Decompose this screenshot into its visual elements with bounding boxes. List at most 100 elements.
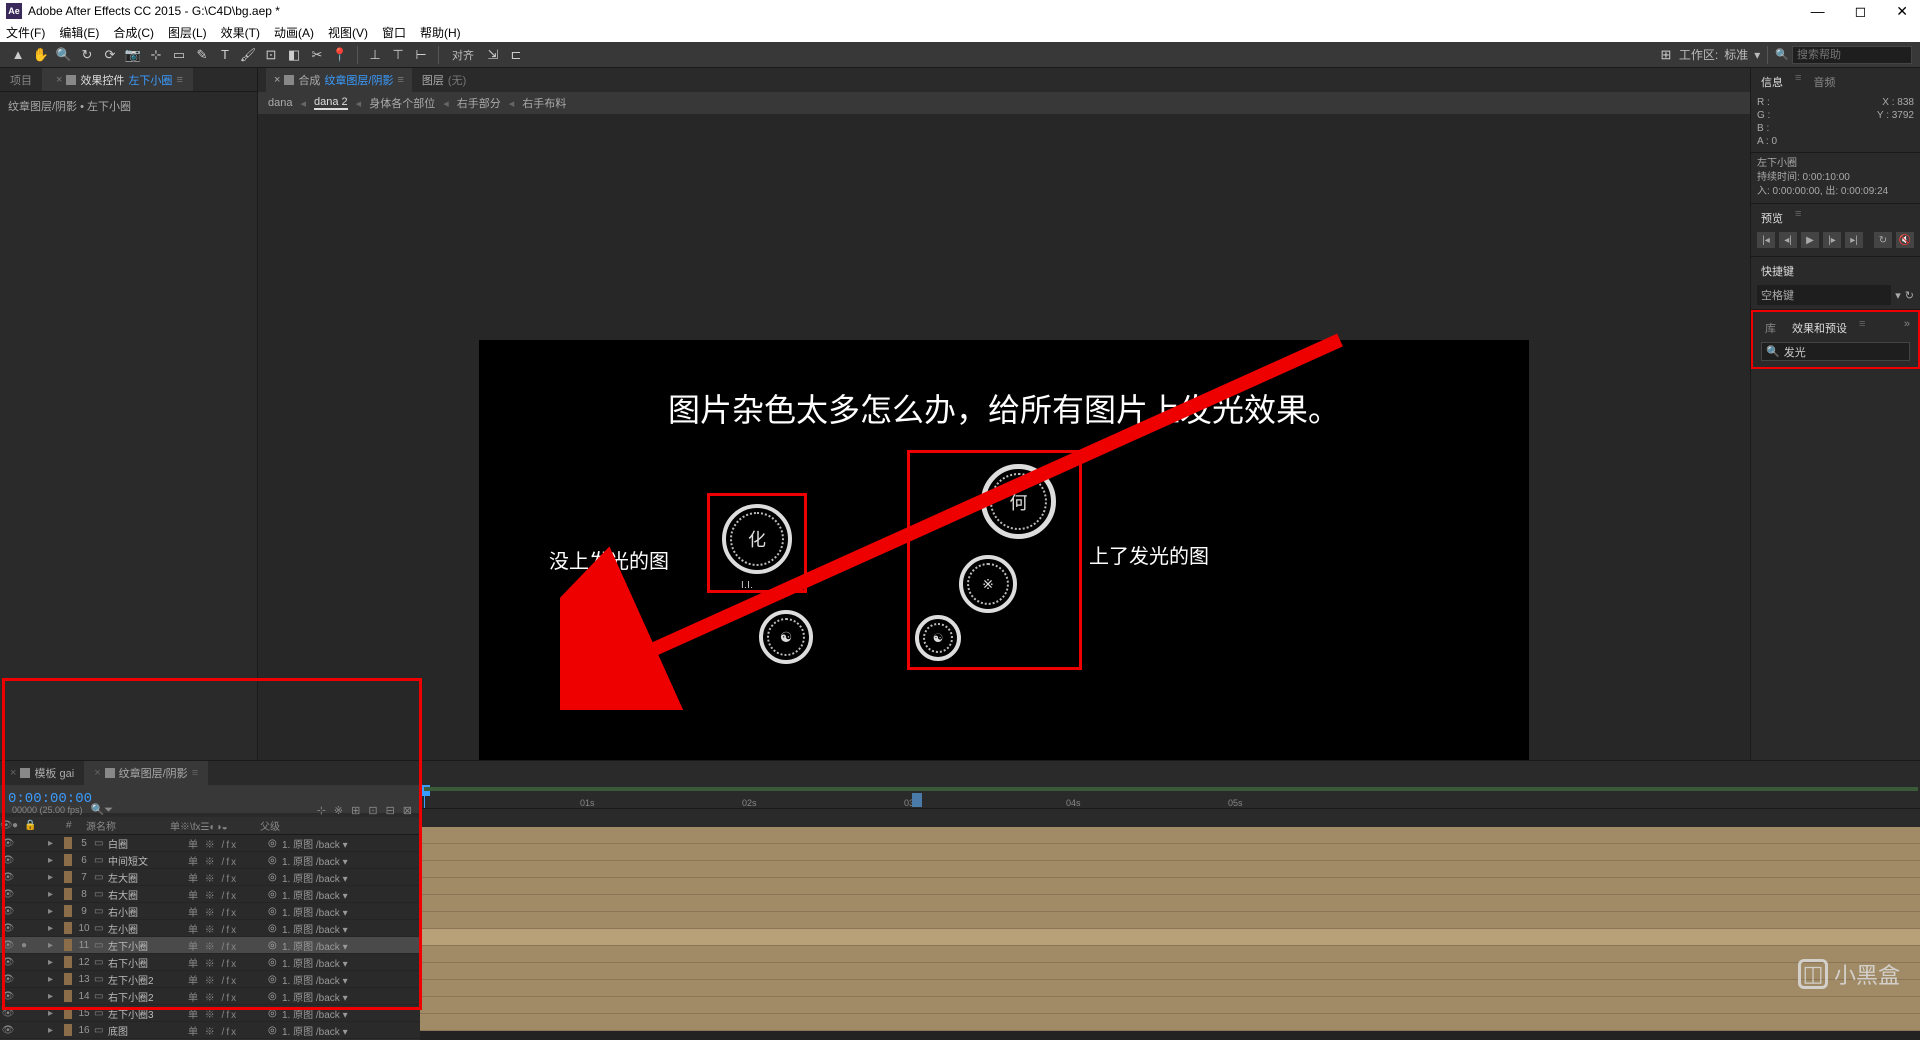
timeline-ruler[interactable]: 01s 02s 03s 04s 05s <box>420 785 1920 809</box>
layer-bar[interactable] <box>420 827 1920 844</box>
breadcrumb-item[interactable]: 身体各个部位 <box>369 95 435 111</box>
layer-row[interactable]: 👁▸13▭左下小圈2单 ※ /fx◎1. 原图 /back ▾ <box>0 971 420 988</box>
layer-bar[interactable] <box>420 895 1920 912</box>
breadcrumb-item[interactable]: 右手部分 <box>457 95 501 111</box>
effects-search-input[interactable] <box>1784 346 1920 358</box>
col-parent[interactable]: 父级 <box>260 818 280 833</box>
camera-tool[interactable]: 📷 <box>123 45 143 65</box>
breadcrumb-item[interactable]: dana <box>268 97 292 109</box>
layer-bar[interactable] <box>420 878 1920 895</box>
timeline-tab-1[interactable]: × 模板 gai <box>0 761 84 785</box>
tab-preview[interactable]: 预览 <box>1757 208 1787 228</box>
clone-tool[interactable]: ⊡ <box>261 45 281 65</box>
layer-bar[interactable] <box>420 963 1920 980</box>
tl-tool-icon[interactable]: ⊟ <box>386 804 395 817</box>
close-icon[interactable]: × <box>56 74 62 86</box>
search-help-input[interactable] <box>1792 46 1912 64</box>
layer-bar[interactable] <box>420 946 1920 963</box>
layer-row[interactable]: 👁▸5▭白圈单 ※ /fx◎1. 原图 /back ▾ <box>0 835 420 852</box>
reset-icon[interactable]: ↻ <box>1905 289 1914 302</box>
menu-edit[interactable]: 编辑(E) <box>59 24 99 41</box>
snap-edge-icon[interactable]: ⊏ <box>506 45 526 65</box>
menu-help[interactable]: 帮助(H) <box>420 24 461 41</box>
workspace-value[interactable]: 标准 <box>1724 46 1748 63</box>
prev-frame-button[interactable]: ◂| <box>1779 232 1797 248</box>
hand-tool[interactable]: ✋ <box>31 45 51 65</box>
eraser-tool[interactable]: ◧ <box>284 45 304 65</box>
pen-tool[interactable]: ✎ <box>192 45 212 65</box>
axis-world-icon[interactable]: ⊤ <box>388 45 408 65</box>
layer-row[interactable]: 👁▸15▭左下小圈3单 ※ /fx◎1. 原图 /back ▾ <box>0 1005 420 1022</box>
layer-bar[interactable] <box>420 1014 1920 1031</box>
tab-project[interactable]: 项目 <box>0 68 42 91</box>
rect-tool[interactable]: ▭ <box>169 45 189 65</box>
first-frame-button[interactable]: |◂ <box>1757 232 1775 248</box>
menu-view[interactable]: 视图(V) <box>328 24 368 41</box>
layer-bar[interactable] <box>420 912 1920 929</box>
snap-label[interactable]: 对齐 <box>446 47 480 63</box>
tl-tool-icon[interactable]: ⊠ <box>403 804 412 817</box>
tl-tool-icon[interactable]: ⊡ <box>368 804 377 817</box>
breadcrumb-item[interactable]: dana 2 <box>314 96 348 110</box>
tl-tool-icon[interactable]: ※ <box>334 804 343 817</box>
layer-row[interactable]: 👁▸16▭底图单 ※ /fx◎1. 原图 /back ▾ <box>0 1022 420 1039</box>
brush-tool[interactable]: 🖌 <box>238 45 258 65</box>
layer-row[interactable]: 👁▸10▭左小圈单 ※ /fx◎1. 原图 /back ▾ <box>0 920 420 937</box>
roto-tool[interactable]: ✂ <box>307 45 327 65</box>
menu-effect[interactable]: 效果(T) <box>221 24 260 41</box>
tl-tool-icon[interactable]: ⊞ <box>351 804 360 817</box>
last-frame-button[interactable]: ▸| <box>1845 232 1863 248</box>
selection-tool[interactable]: ▲ <box>8 45 28 65</box>
minimize-button[interactable]: — <box>1805 3 1831 20</box>
close-button[interactable]: ✕ <box>1890 3 1914 20</box>
menu-layer[interactable]: 图层(L) <box>168 24 207 41</box>
chevron-down-icon[interactable]: ▾ <box>1754 48 1760 62</box>
rotate-tool[interactable]: ⟳ <box>100 45 120 65</box>
puppet-tool[interactable]: 📍 <box>330 45 350 65</box>
axis-local-icon[interactable]: ⊥ <box>365 45 385 65</box>
search-icon[interactable]: ⊞ <box>1656 45 1676 65</box>
loop-button[interactable]: ↻ <box>1874 232 1892 248</box>
shortcut-value[interactable]: 空格键 <box>1757 285 1891 305</box>
axis-view-icon[interactable]: ⊢ <box>411 45 431 65</box>
col-source-name[interactable]: 源名称 <box>80 818 170 833</box>
maximize-button[interactable]: ◻ <box>1849 3 1873 20</box>
menu-composition[interactable]: 合成(C) <box>113 24 154 41</box>
mute-button[interactable]: 🔇 <box>1896 232 1914 248</box>
layer-bar[interactable] <box>420 997 1920 1014</box>
menu-animation[interactable]: 动画(A) <box>274 24 314 41</box>
layer-bar[interactable] <box>420 929 1920 946</box>
layer-row[interactable]: 👁▸12▭右下小圈单 ※ /fx◎1. 原图 /back ▾ <box>0 954 420 971</box>
snap-icon[interactable]: ⇲ <box>483 45 503 65</box>
tab-shortcut[interactable]: 快捷键 <box>1757 261 1798 281</box>
next-frame-button[interactable]: |▸ <box>1823 232 1841 248</box>
layer-tab[interactable]: 图层 (无) <box>414 68 474 92</box>
comp-tab-active[interactable]: × 合成 纹章图层/阴影 ≡ <box>266 68 412 92</box>
layer-row[interactable]: 👁●▸11▭左下小圈单 ※ /fx◎1. 原图 /back ▾ <box>0 937 420 954</box>
layer-bar[interactable] <box>420 861 1920 878</box>
timeline-tab-2[interactable]: × 纹章图层/阴影 ≡ <box>84 761 208 785</box>
tl-tool-icon[interactable]: ⊹ <box>317 804 326 817</box>
layer-row[interactable]: 👁▸7▭左大圈单 ※ /fx◎1. 原图 /back ▾ <box>0 869 420 886</box>
layer-bar[interactable] <box>420 980 1920 997</box>
layer-row[interactable]: 👁▸14▭右下小圈2单 ※ /fx◎1. 原图 /back ▾ <box>0 988 420 1005</box>
breadcrumb-item[interactable]: 右手布料 <box>522 95 566 111</box>
tab-info[interactable]: 信息 <box>1757 72 1787 92</box>
layer-bar[interactable] <box>420 844 1920 861</box>
text-tool[interactable]: T <box>215 45 235 65</box>
tab-library[interactable]: 库 <box>1761 318 1780 338</box>
zoom-tool[interactable]: 🔍 <box>54 45 74 65</box>
play-button[interactable]: ▶ <box>1801 232 1819 248</box>
tab-audio[interactable]: 音频 <box>1809 72 1839 92</box>
expand-icon[interactable]: » <box>1904 318 1910 338</box>
layer-row[interactable]: 👁▸6▭中间短文单 ※ /fx◎1. 原图 /back ▾ <box>0 852 420 869</box>
layer-row[interactable]: 👁▸8▭右大圈单 ※ /fx◎1. 原图 /back ▾ <box>0 886 420 903</box>
tab-effect-controls[interactable]: × 效果控件 左下小圈 ≡ <box>42 68 193 91</box>
layer-row[interactable]: 👁▸9▭右小圈单 ※ /fx◎1. 原图 /back ▾ <box>0 903 420 920</box>
tab-effects-presets[interactable]: 效果和预设 <box>1788 318 1851 338</box>
orbit-tool[interactable]: ↻ <box>77 45 97 65</box>
anchor-tool[interactable]: ⊹ <box>146 45 166 65</box>
panel-menu-icon[interactable]: ≡ <box>176 74 182 86</box>
menu-file[interactable]: 文件(F) <box>6 24 45 41</box>
search-icon[interactable]: 🔍⏷ <box>91 803 114 817</box>
